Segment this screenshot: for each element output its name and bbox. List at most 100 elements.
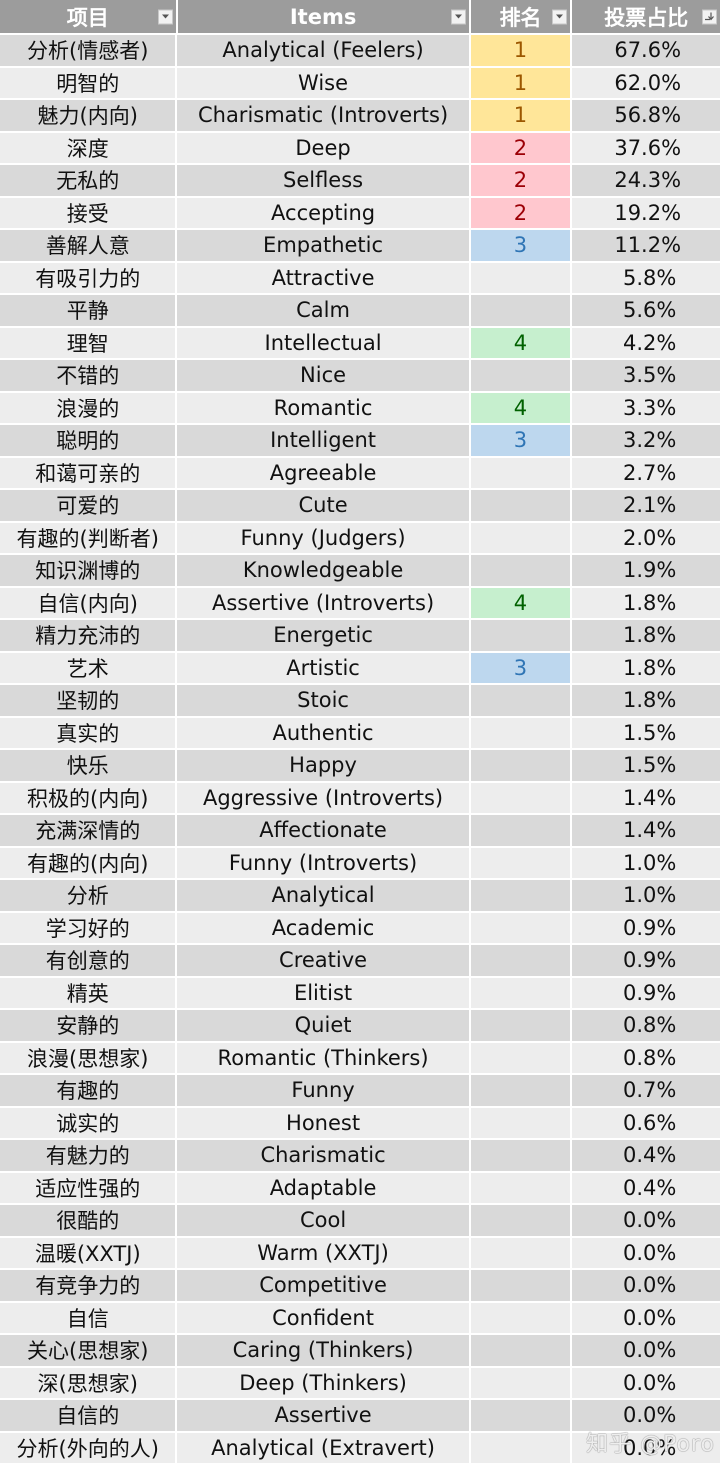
table-row: 知识渊博的 Knowledgeable 1.9% [0, 555, 720, 586]
cell-en: Affectionate [177, 815, 469, 846]
cell-en: Analytical (Extravert) [177, 1432, 469, 1463]
cell-zh-text: 浪漫的 [56, 396, 120, 421]
cell-zh: 浪漫的 [0, 392, 176, 423]
cell-pct: 1.8% [572, 652, 720, 683]
cell-en: Assertive (Introverts) [177, 587, 469, 618]
cell-rank [470, 815, 571, 846]
header-label-rank: 排名 [499, 5, 542, 30]
cell-en-text: Intellectual [264, 330, 382, 355]
cell-pct: 0.9% [572, 945, 720, 976]
header-cell-pct: 投票占比 [572, 0, 720, 33]
cell-en-text: Deep [295, 135, 351, 160]
cell-pct: 5.8% [572, 262, 720, 293]
table-row: 聪明的 Intelligent 3 3.2% [0, 425, 720, 456]
cell-pct-text: 2.0% [622, 525, 677, 550]
cell-pct-text: 0.9% [622, 980, 677, 1005]
table-row: 有魅力的 Charismatic 0.4% [0, 1140, 720, 1171]
cell-zh: 深度 [0, 132, 176, 163]
cell-zh: 可爱的 [0, 490, 176, 521]
cell-zh: 精力充沛的 [0, 620, 176, 651]
table-row: 分析 Analytical 1.0% [0, 880, 720, 911]
filter-dropdown-icon[interactable] [450, 9, 466, 24]
cell-pct: 0.9% [572, 977, 720, 1008]
cell-rank [470, 912, 571, 943]
cell-en-text: Stoic [297, 688, 349, 713]
cell-en: Knowledgeable [177, 555, 469, 586]
cell-en: Funny [177, 1075, 469, 1106]
cell-pct-text: 1.8% [622, 688, 677, 713]
cell-rank: 2 [470, 197, 571, 228]
cell-en: Romantic [177, 392, 469, 423]
cell-zh: 很酷的 [0, 1205, 176, 1236]
cell-zh: 明智的 [0, 67, 176, 98]
cell-pct: 19.2% [572, 197, 720, 228]
cell-en-text: Empathetic [263, 233, 384, 258]
table-row: 关心(思想家) Caring (Thinkers) 0.0% [0, 1335, 720, 1366]
cell-pct-text: 67.6% [614, 38, 682, 63]
cell-pct-text: 1.5% [622, 753, 677, 778]
cell-pct: 2.0% [572, 522, 720, 553]
cell-rank-text: 2 [513, 168, 528, 193]
cell-pct-text: 0.6% [622, 1110, 677, 1135]
cell-pct-text: 5.8% [622, 265, 677, 290]
cell-rank [470, 977, 571, 1008]
table-row: 可爱的 Cute 2.1% [0, 490, 720, 521]
cell-zh-text: 坚韧的 [56, 689, 120, 714]
cell-zh-text: 分析 [66, 884, 109, 909]
cell-en: Aggressive (Introverts) [177, 782, 469, 813]
cell-pct: 4.2% [572, 327, 720, 358]
cell-zh-text: 分析(外向的人) [16, 1436, 159, 1461]
cell-en-text: Academic [271, 915, 375, 940]
cell-zh-text: 和蔼可亲的 [35, 461, 141, 486]
cell-rank-text: 3 [513, 655, 528, 680]
sort-descending-filter-icon[interactable] [702, 9, 718, 24]
cell-zh: 有竞争力的 [0, 1270, 176, 1301]
header-cell-zh: 项目 [0, 0, 176, 33]
cell-pct-text: 1.8% [622, 655, 677, 680]
header-label-zh: 项目 [66, 5, 109, 30]
cell-pct-text: 0.0% [622, 1240, 677, 1265]
cell-en-text: Cool [299, 1208, 347, 1233]
cell-pct: 1.8% [572, 620, 720, 651]
cell-rank: 3 [470, 230, 571, 261]
table-row: 有吸引力的 Attractive 5.8% [0, 262, 720, 293]
cell-en: Funny (Judgers) [177, 522, 469, 553]
cell-en: Nice [177, 360, 469, 391]
cell-rank-text: 1 [513, 103, 528, 128]
cell-pct: 0.6% [572, 1107, 720, 1138]
cell-pct-text: 1.4% [622, 785, 677, 810]
cell-pct-text: 1.4% [622, 818, 677, 843]
cell-rank: 2 [470, 165, 571, 196]
cell-zh: 学习好的 [0, 912, 176, 943]
cell-zh: 深(思想家) [0, 1367, 176, 1398]
table-row: 理智 Intellectual 4 4.2% [0, 327, 720, 358]
cell-en-text: Caring (Thinkers) [232, 1338, 414, 1363]
cell-zh-text: 明智的 [56, 71, 120, 96]
cell-rank [470, 880, 571, 911]
cell-en-text: Creative [279, 948, 368, 973]
header-label-pct: 投票占比 [604, 5, 689, 30]
cell-en-text: Charismatic (Introverts) [197, 103, 449, 128]
cell-zh-text: 有趣的(判断者) [16, 526, 159, 551]
cell-zh: 关心(思想家) [0, 1335, 176, 1366]
filter-dropdown-icon[interactable] [552, 9, 568, 24]
cell-en: Cool [177, 1205, 469, 1236]
filter-dropdown-icon[interactable] [157, 9, 173, 24]
cell-en: Deep [177, 132, 469, 163]
cell-pct-text: 3.5% [622, 363, 677, 388]
cell-en-text: Happy [289, 753, 357, 778]
cell-en: Caring (Thinkers) [177, 1335, 469, 1366]
cell-rank: 1 [470, 67, 571, 98]
header-cell-en: Items [177, 0, 469, 33]
cell-pct: 24.3% [572, 165, 720, 196]
cell-zh-text: 安静的 [56, 1014, 120, 1039]
cell-pct: 1.4% [572, 815, 720, 846]
cell-pct-text: 0.9% [622, 915, 677, 940]
cell-zh-text: 分析(情感者) [27, 39, 149, 64]
table-row: 浪漫的 Romantic 4 3.3% [0, 392, 720, 423]
cell-zh-text: 积极的(内向) [27, 786, 149, 811]
cell-zh: 分析(外向的人) [0, 1432, 176, 1463]
table-row: 分析(情感者) Analytical (Feelers) 1 67.6% [0, 35, 720, 66]
cell-en: Romantic (Thinkers) [177, 1042, 469, 1073]
cell-rank: 4 [470, 587, 571, 618]
